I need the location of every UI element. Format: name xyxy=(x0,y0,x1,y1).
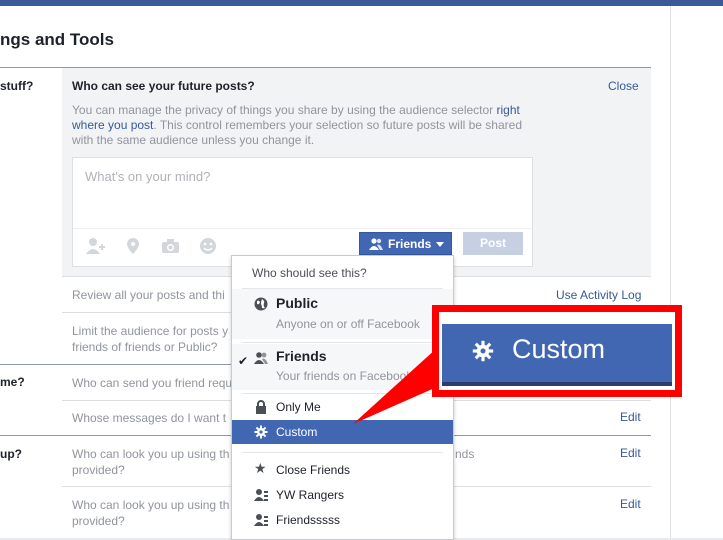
edit-link[interactable]: Edit xyxy=(620,410,641,424)
row-text-line: Limit the audience for posts y xyxy=(72,324,229,338)
row-review-posts-text: Review all your posts and thi xyxy=(72,288,225,302)
right-column xyxy=(670,6,723,538)
status-input[interactable] xyxy=(83,168,517,185)
friends-icon xyxy=(254,352,268,364)
row-lookup-phone-text: Who can look you up using th provided? xyxy=(72,497,229,529)
row-text-line: friends of friends or Public? xyxy=(72,340,218,354)
globe-icon xyxy=(254,297,268,311)
section-label-stuff: stuff? xyxy=(0,79,34,93)
option-public-title: Public xyxy=(276,295,319,311)
option-only-me-label: Only Me xyxy=(276,400,321,414)
emoji-icon[interactable] xyxy=(199,237,219,255)
location-icon[interactable] xyxy=(125,237,145,255)
list-icon xyxy=(254,489,268,501)
edit-link[interactable]: Edit xyxy=(620,497,641,511)
camera-icon[interactable] xyxy=(161,237,181,255)
option-friends-title: Friends xyxy=(276,348,327,364)
option-list-friendsssss[interactable]: Friendsssss xyxy=(232,508,453,532)
row-text-line: Who can look you up using th xyxy=(72,447,230,461)
option-list-label: Friendsssss xyxy=(276,513,341,527)
description-text: You can manage the privacy of things you… xyxy=(72,103,497,117)
audience-selector-label: Friends xyxy=(388,237,432,251)
row-lookup-email-text: Who can look you up using th provided? xyxy=(72,446,229,478)
check-icon: ✔ xyxy=(238,354,249,368)
option-friends-subtitle: Your friends on Facebook xyxy=(276,369,413,383)
row-text-line: Who can look you up using th xyxy=(72,498,230,512)
option-close-friends-label: Close Friends xyxy=(276,463,351,477)
future-posts-description: You can manage the privacy of things you… xyxy=(72,103,542,148)
list-icon xyxy=(254,514,268,526)
tag-friends-icon[interactable] xyxy=(85,237,105,255)
zoomed-custom-option: Custom xyxy=(442,324,672,386)
section-label-up: up? xyxy=(0,447,22,461)
gear-icon xyxy=(254,425,268,439)
option-friends[interactable]: ✔ Friends Your friends on Facebook xyxy=(232,344,453,390)
dropdown-header: Who should see this? xyxy=(252,266,367,280)
row-friend-requests-text: Who can send you friend requ xyxy=(72,376,233,390)
divider xyxy=(242,342,443,343)
friends-icon xyxy=(369,238,383,250)
option-close-friends[interactable]: ★ Close Friends xyxy=(232,458,453,482)
use-activity-log-link[interactable]: Use Activity Log xyxy=(556,288,641,302)
post-button[interactable]: Post xyxy=(463,232,523,255)
gear-icon xyxy=(472,340,494,362)
row-text-line: provided? xyxy=(72,463,125,477)
row-limit-audience-text: Limit the audience for posts y friends of… xyxy=(72,323,228,355)
divider xyxy=(242,452,443,453)
audience-selector-button[interactable]: Friends xyxy=(359,232,452,255)
row-text-fragment: nds xyxy=(455,447,475,461)
page-title: ngs and Tools xyxy=(0,30,114,49)
divider xyxy=(242,393,443,394)
close-link[interactable]: Close xyxy=(608,79,639,93)
lock-icon xyxy=(256,400,266,414)
zoom-callout: Custom xyxy=(432,305,682,397)
row-text-line: provided? xyxy=(72,514,125,528)
edit-link[interactable]: Edit xyxy=(620,446,641,460)
audience-dropdown: Who should see this? Public Anyone on or… xyxy=(231,255,454,540)
option-only-me[interactable]: Only Me xyxy=(232,395,453,419)
star-icon: ★ xyxy=(254,460,267,476)
future-posts-title: Who can see your future posts? xyxy=(72,79,255,93)
option-list-yw-rangers[interactable]: YW Rangers xyxy=(232,483,453,507)
option-list-label: YW Rangers xyxy=(276,488,345,502)
option-custom[interactable]: Custom xyxy=(232,420,453,444)
caret-down-icon xyxy=(436,242,444,247)
option-custom-label: Custom xyxy=(276,425,318,439)
zoomed-custom-label: Custom xyxy=(512,334,606,364)
option-public-subtitle: Anyone on or off Facebook xyxy=(276,317,420,331)
section-label-me: me? xyxy=(0,375,25,389)
option-public[interactable]: Public Anyone on or off Facebook xyxy=(232,289,453,339)
row-messages-text: Whose messages do I want t xyxy=(72,411,227,425)
